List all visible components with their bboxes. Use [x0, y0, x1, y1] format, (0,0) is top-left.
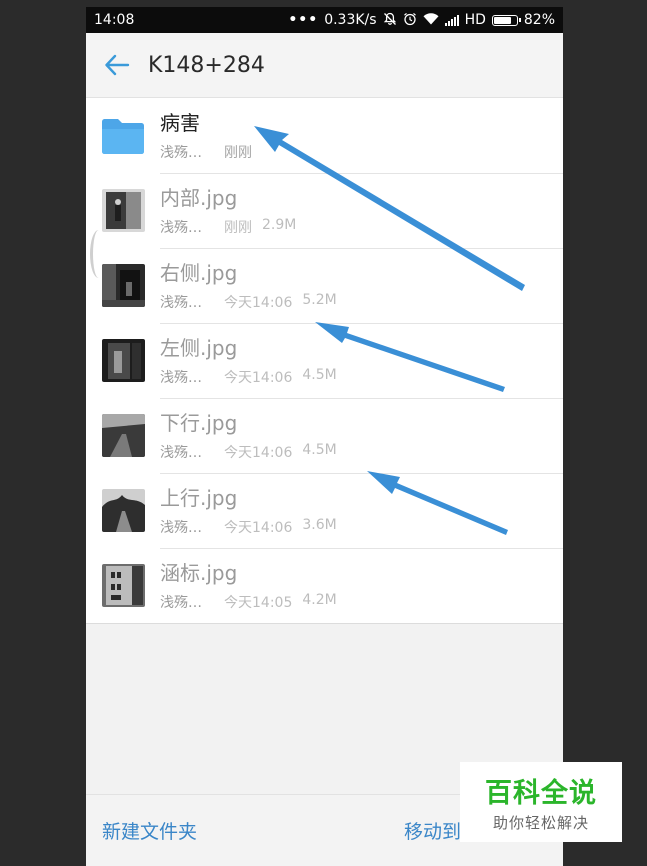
photo-thumbnail: [101, 189, 145, 232]
item-meta: 浅殇… 今天14:06 3.6M: [160, 517, 337, 537]
item-info: 涵标.jpg 浅殇… 今天14:05 4.2M: [160, 560, 337, 612]
item-size: 2.9M: [262, 216, 297, 233]
photo-thumbnail: [101, 489, 145, 532]
item-time: 今天14:06: [224, 294, 293, 311]
photo-thumbnail: [101, 339, 145, 382]
status-dots: •••: [288, 12, 319, 28]
item-time: 今天14:05: [224, 594, 293, 611]
status-right: ••• 0.33K/s HD 82%: [288, 12, 555, 29]
item-name: 下行.jpg: [160, 410, 238, 435]
list-item[interactable]: 左侧.jpg 浅殇… 今天14:06 4.5M: [86, 323, 563, 398]
scroll-edge-indicator: [90, 230, 107, 278]
item-name: 左侧.jpg: [160, 335, 238, 360]
thumb-wrap: [86, 564, 160, 607]
item-meta: 浅殇… 刚刚: [160, 142, 252, 162]
list-item[interactable]: 右侧.jpg 浅殇… 今天14:06 5.2M: [86, 248, 563, 323]
photo-thumbnail: [101, 264, 145, 307]
item-time: 今天14:06: [224, 444, 293, 461]
hd-label: HD: [464, 12, 486, 28]
item-meta: 浅殇… 今天14:06 4.5M: [160, 367, 337, 387]
move-to-button[interactable]: 移动到: [404, 817, 461, 844]
item-owner: 浅殇…: [160, 594, 202, 611]
item-owner: 浅殇…: [160, 144, 202, 161]
item-info: 内部.jpg 浅殇… 刚刚 2.9M: [160, 185, 296, 237]
item-meta: 浅殇… 今天14:06 4.5M: [160, 442, 337, 462]
thumb-wrap: [86, 414, 160, 457]
network-speed: 0.33K/s: [324, 12, 377, 28]
mute-icon: [383, 12, 397, 29]
watermark-logo: 百科全说 助你轻松解决: [460, 762, 622, 842]
item-owner: 浅殇…: [160, 294, 202, 311]
list-item[interactable]: 内部.jpg 浅殇… 刚刚 2.9M: [86, 173, 563, 248]
item-name: 上行.jpg: [160, 485, 238, 510]
new-folder-button[interactable]: 新建文件夹: [102, 817, 197, 844]
item-info: 上行.jpg 浅殇… 今天14:06 3.6M: [160, 485, 337, 537]
phone-screen: 14:08 ••• 0.33K/s HD 82% K148+284 病害 浅殇……: [86, 7, 563, 866]
battery-icon: [491, 14, 521, 26]
item-size: 4.5M: [302, 366, 337, 383]
item-owner: 浅殇…: [160, 369, 202, 386]
item-info: 左侧.jpg 浅殇… 今天14:06 4.5M: [160, 335, 337, 387]
thumb-wrap: [86, 489, 160, 532]
title-bar: K148+284: [86, 33, 563, 98]
item-size: 3.6M: [302, 516, 337, 533]
wifi-icon: [423, 12, 439, 28]
list-item[interactable]: 下行.jpg 浅殇… 今天14:06 4.5M: [86, 398, 563, 473]
folder-icon: [102, 118, 144, 154]
item-time: 今天14:06: [224, 519, 293, 536]
list-item[interactable]: 病害 浅殇… 刚刚: [86, 98, 563, 173]
item-name: 内部.jpg: [160, 185, 238, 210]
list-item[interactable]: 涵标.jpg 浅殇… 今天14:05 4.2M: [86, 548, 563, 624]
item-name: 病害: [160, 110, 200, 135]
thumb-wrap: [86, 189, 160, 232]
item-time: 刚刚: [224, 144, 252, 161]
item-name: 右侧.jpg: [160, 260, 238, 285]
thumb-wrap: [86, 339, 160, 382]
item-meta: 浅殇… 刚刚 2.9M: [160, 217, 296, 237]
item-info: 病害 浅殇… 刚刚: [160, 110, 252, 162]
battery-percent: 82%: [523, 12, 555, 28]
item-owner: 浅殇…: [160, 519, 202, 536]
item-size: 4.5M: [302, 441, 337, 458]
page-title: K148+284: [148, 52, 265, 78]
item-owner: 浅殇…: [160, 444, 202, 461]
watermark-title: 百科全说: [485, 778, 597, 809]
item-name: 涵标.jpg: [160, 560, 238, 585]
back-button[interactable]: [86, 54, 148, 76]
thumb-wrap: [86, 116, 160, 156]
list-item[interactable]: 上行.jpg 浅殇… 今天14:06 3.6M: [86, 473, 563, 548]
item-info: 下行.jpg 浅殇… 今天14:06 4.5M: [160, 410, 337, 462]
item-meta: 浅殇… 今天14:06 5.2M: [160, 292, 337, 312]
file-list: 病害 浅殇… 刚刚 内部.jpg 浅殇… 刚刚 2.9M 右侧.jpg 浅殇… …: [86, 98, 563, 624]
photo-thumbnail: [101, 414, 145, 457]
arrow-left-icon: [105, 54, 130, 76]
item-info: 右侧.jpg 浅殇… 今天14:06 5.2M: [160, 260, 337, 312]
item-owner: 浅殇…: [160, 219, 202, 236]
item-meta: 浅殇… 今天14:05 4.2M: [160, 592, 337, 612]
battery-fill: [493, 16, 511, 24]
item-size: 5.2M: [302, 291, 337, 308]
item-time: 今天14:06: [224, 369, 293, 386]
item-time: 刚刚: [224, 219, 252, 236]
status-bar: 14:08 ••• 0.33K/s HD 82%: [86, 7, 563, 33]
alarm-icon: [403, 12, 417, 29]
photo-thumbnail: [101, 564, 145, 607]
item-size: 4.2M: [302, 591, 337, 608]
signal-icon: [444, 14, 459, 26]
watermark-subtitle: 助你轻松解决: [492, 814, 589, 832]
status-time: 14:08: [94, 12, 135, 28]
